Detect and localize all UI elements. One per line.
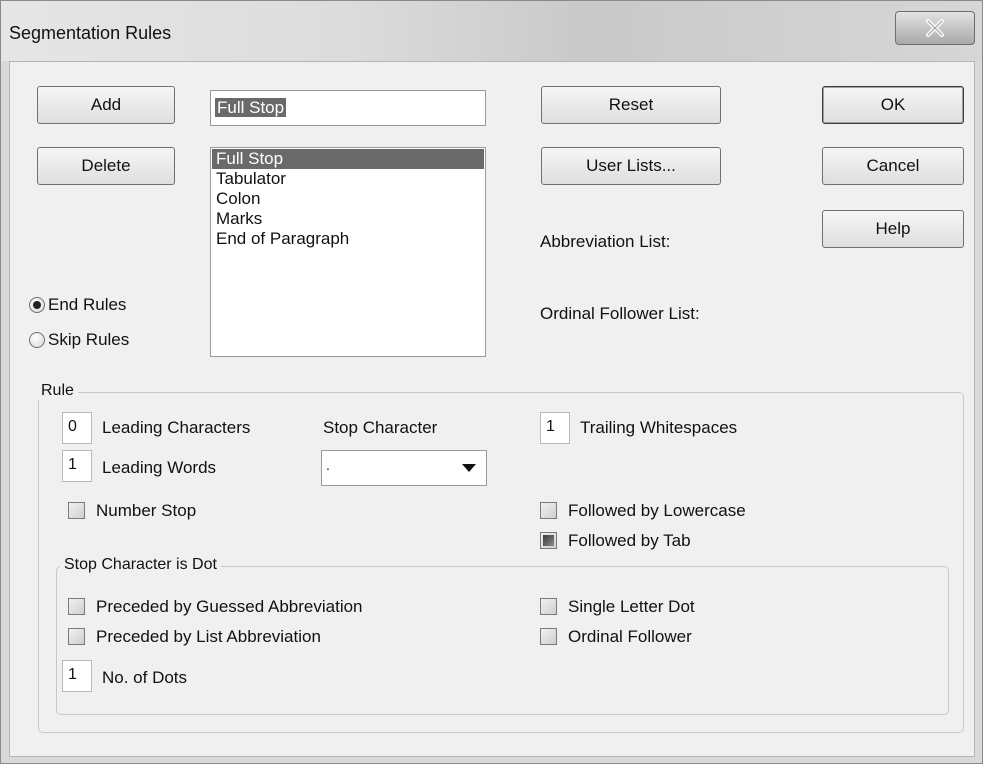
- guessed-abbreviation-checkbox[interactable]: [68, 598, 85, 615]
- help-button[interactable]: Help: [822, 210, 964, 248]
- stop-character-label: Stop Character: [323, 418, 438, 437]
- ordinal-follower-label: Ordinal Follower: [568, 627, 692, 646]
- rule-name-value: Full Stop: [215, 98, 287, 117]
- leading-words-input[interactable]: 1: [62, 450, 92, 482]
- guessed-abbreviation-label: Preceded by Guessed Abbreviation: [96, 597, 363, 616]
- user-lists-button[interactable]: User Lists...: [541, 147, 721, 185]
- leading-characters-label: Leading Characters: [102, 418, 251, 437]
- dot-group-title: Stop Character is Dot: [60, 556, 221, 574]
- trailing-whitespaces-label: Trailing Whitespaces: [580, 418, 738, 437]
- list-item-tabulator[interactable]: Tabulator: [212, 169, 484, 189]
- list-item-full-stop[interactable]: Full Stop: [212, 149, 484, 169]
- number-stop-checkbox[interactable]: [68, 502, 85, 519]
- ordinal-follower-checkbox[interactable]: [540, 628, 557, 645]
- stop-character-value: .: [326, 457, 330, 473]
- close-icon: [926, 19, 944, 37]
- single-letter-dot-checkbox[interactable]: [540, 598, 557, 615]
- dropdown-arrow-icon: [462, 464, 476, 472]
- followed-by-tab-label: Followed by Tab: [568, 531, 691, 550]
- rule-list[interactable]: Full Stop Tabulator Colon Marks End of P…: [210, 147, 486, 357]
- ok-button[interactable]: OK: [822, 86, 964, 124]
- list-item-marks[interactable]: Marks: [212, 209, 484, 229]
- list-abbreviation-checkbox[interactable]: [68, 628, 85, 645]
- end-rules-radio[interactable]: [29, 297, 45, 313]
- skip-rules-label: Skip Rules: [48, 330, 130, 349]
- title-bar[interactable]: Segmentation Rules: [1, 1, 982, 61]
- segmentation-rules-dialog: Segmentation Rules Add Delete Full Stop …: [0, 0, 983, 764]
- window-title: Segmentation Rules: [9, 23, 172, 43]
- end-rules-label: End Rules: [48, 295, 127, 314]
- add-button[interactable]: Add: [37, 86, 175, 124]
- reset-button[interactable]: Reset: [541, 86, 721, 124]
- no-of-dots-label: No. of Dots: [102, 668, 188, 687]
- followed-by-lowercase-checkbox[interactable]: [540, 502, 557, 519]
- no-of-dots-input[interactable]: 1: [62, 660, 92, 692]
- dialog-client-area: Add Delete Full Stop Full Stop Tabulator…: [9, 61, 975, 757]
- abbreviation-list-label: Abbreviation List:: [540, 232, 671, 251]
- single-letter-dot-label: Single Letter Dot: [568, 597, 695, 616]
- list-abbreviation-label: Preceded by List Abbreviation: [96, 627, 321, 646]
- delete-button[interactable]: Delete: [37, 147, 175, 185]
- cancel-button[interactable]: Cancel: [822, 147, 964, 185]
- leading-words-label: Leading Words: [102, 458, 217, 477]
- followed-by-lowercase-label: Followed by Lowercase: [568, 501, 746, 520]
- list-item-end-of-paragraph[interactable]: End of Paragraph: [212, 229, 484, 249]
- followed-by-tab-checkbox[interactable]: [540, 532, 557, 549]
- rule-group-title: Rule: [37, 382, 78, 400]
- ordinal-follower-list-label: Ordinal Follower List:: [540, 304, 700, 323]
- close-button[interactable]: [895, 11, 975, 45]
- skip-rules-radio[interactable]: [29, 332, 45, 348]
- trailing-whitespaces-input[interactable]: 1: [540, 412, 570, 444]
- leading-characters-input[interactable]: 0: [62, 412, 92, 444]
- list-item-colon[interactable]: Colon: [212, 189, 484, 209]
- rule-name-input[interactable]: Full Stop: [210, 90, 486, 126]
- number-stop-label: Number Stop: [96, 501, 197, 520]
- stop-character-select[interactable]: .: [321, 450, 487, 486]
